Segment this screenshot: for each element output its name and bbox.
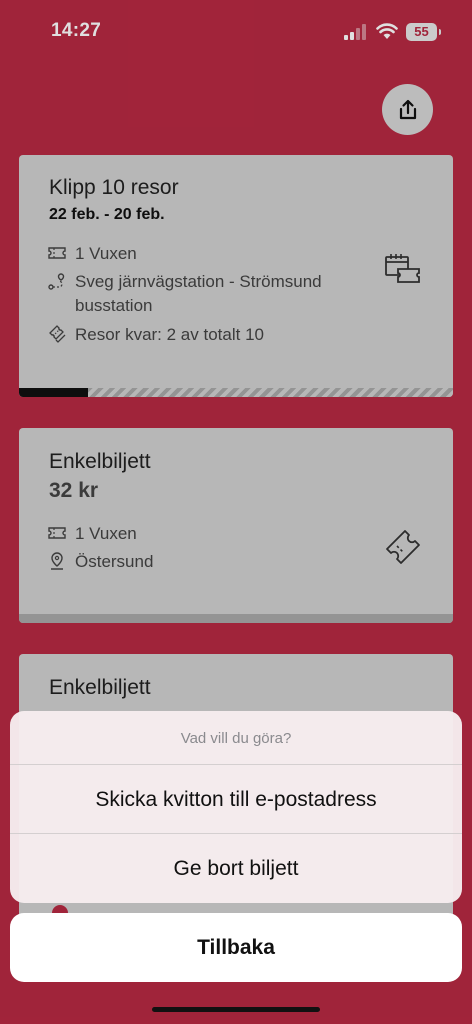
give-away-ticket-button[interactable]: Ge bort biljett xyxy=(10,834,462,903)
action-sheet-title: Vad vill du göra? xyxy=(10,711,462,765)
home-indicator xyxy=(152,1007,320,1012)
back-button[interactable]: Tillbaka xyxy=(10,913,462,982)
action-sheet: Vad vill du göra? Skicka kvitton till e-… xyxy=(10,711,462,903)
send-receipt-button[interactable]: Skicka kvitton till e-postadress xyxy=(10,765,462,834)
